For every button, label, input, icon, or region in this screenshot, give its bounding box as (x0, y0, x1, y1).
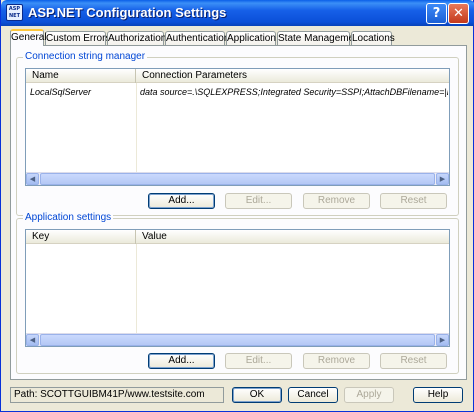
remove-setting-button[interactable]: Remove (303, 353, 370, 369)
aspnet-app-icon: ASP NET (6, 4, 23, 21)
apply-button[interactable]: Apply (344, 387, 394, 403)
column-header-name[interactable]: Name (26, 69, 136, 83)
add-connection-button[interactable]: Add... (148, 193, 215, 209)
tab-authorization[interactable]: Authorization (107, 31, 166, 46)
scroll-left-icon[interactable]: ◀ (26, 334, 39, 346)
application-settings-group-label: Application settings (23, 212, 114, 223)
grid-header: Key Value (26, 230, 449, 244)
tab-general[interactable]: General (10, 29, 47, 46)
scroll-left-icon[interactable]: ◀ (26, 173, 39, 185)
edit-setting-button[interactable]: Edit... (225, 353, 292, 369)
tab-custom-errors[interactable]: Custom Errors (45, 31, 110, 46)
help-button[interactable]: Help (413, 387, 463, 403)
connection-string-group: Connection string manager Name Connectio… (16, 51, 459, 216)
title-bar[interactable]: ASP NET ASP.NET Configuration Settings ?… (1, 0, 474, 26)
scroll-right-icon[interactable]: ▶ (436, 173, 449, 185)
application-settings-group: Application settings Key Value ◀ ▶ Add..… (16, 212, 459, 374)
add-setting-button[interactable]: Add... (148, 353, 215, 369)
connection-string-group-label: Connection string manager (23, 51, 148, 62)
help-title-button[interactable]: ? (426, 3, 447, 24)
ok-button[interactable]: OK (232, 387, 282, 403)
horizontal-scrollbar[interactable]: ◀ ▶ (26, 172, 449, 185)
general-tab-panel: Connection string manager Name Connectio… (10, 45, 467, 380)
grid-header: Name Connection Parameters (26, 69, 449, 83)
column-header-connection-parameters[interactable]: Connection Parameters (136, 69, 449, 83)
edit-connection-button[interactable]: Edit... (225, 193, 292, 209)
horizontal-scrollbar[interactable]: ◀ ▶ (26, 333, 449, 346)
column-divider (136, 244, 137, 334)
tab-application[interactable]: Application (226, 31, 276, 46)
reset-setting-button[interactable]: Reset (380, 353, 447, 369)
tab-state-management[interactable]: State Management (277, 31, 363, 46)
column-header-value[interactable]: Value (136, 230, 449, 244)
window-title: ASP.NET Configuration Settings (28, 5, 227, 20)
cancel-button[interactable]: Cancel (288, 387, 338, 403)
application-settings-grid[interactable]: Key Value ◀ ▶ (25, 229, 450, 347)
row-name-cell[interactable]: LocalSqlServer (30, 87, 134, 97)
scroll-right-icon[interactable]: ▶ (436, 334, 449, 346)
tab-locations[interactable]: Locations (351, 31, 395, 46)
column-header-key[interactable]: Key (26, 230, 136, 244)
row-params-cell[interactable]: data source=.\SQLEXPRESS;Integrated Secu… (140, 87, 448, 97)
connection-string-grid[interactable]: Name Connection Parameters LocalSqlServe… (25, 68, 450, 186)
scroll-thumb[interactable] (40, 334, 435, 346)
config-dialog: ASP NET ASP.NET Configuration Settings ?… (0, 0, 474, 412)
close-button[interactable]: ✕ (448, 3, 469, 24)
reset-connection-button[interactable]: Reset (380, 193, 447, 209)
remove-connection-button[interactable]: Remove (303, 193, 370, 209)
tab-authentication[interactable]: Authentication (165, 31, 229, 46)
scroll-thumb[interactable] (40, 173, 435, 185)
path-status: Path: SCOTTGUIBM41P/www.testsite.com (10, 387, 224, 403)
column-divider (136, 83, 137, 173)
